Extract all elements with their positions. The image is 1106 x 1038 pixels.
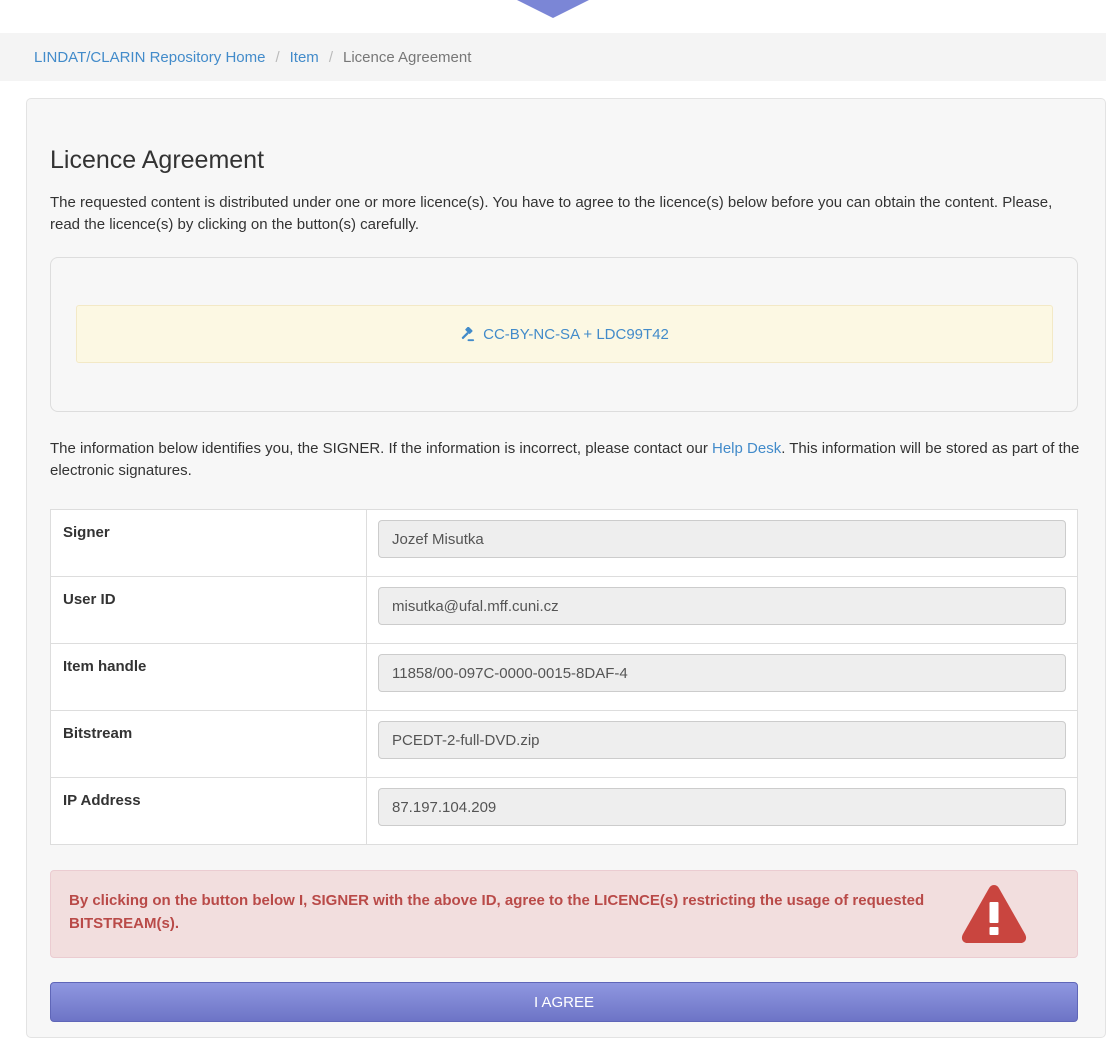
row-label: IP Address bbox=[50, 777, 367, 845]
agree-button[interactable]: I AGREE bbox=[50, 982, 1078, 1022]
signer-info-before: The information below identifies you, th… bbox=[50, 440, 712, 457]
signer-info-text: The information below identifies you, th… bbox=[50, 438, 1085, 482]
row-label: Item handle bbox=[50, 643, 367, 711]
breadcrumb-current: Licence Agreement bbox=[342, 48, 472, 66]
licence-button[interactable]: CC-BY-NC-SA + LDC99T42 bbox=[76, 305, 1053, 363]
page-title: Licence Agreement bbox=[50, 146, 265, 174]
breadcrumb: LINDAT/CLARIN Repository Home / Item / L… bbox=[0, 33, 1106, 81]
licence-label: CC-BY-NC-SA + LDC99T42 bbox=[483, 325, 669, 343]
licence-list-box: CC-BY-NC-SA + LDC99T42 bbox=[50, 257, 1078, 412]
signer-field[interactable] bbox=[378, 520, 1066, 558]
bitstream-field[interactable] bbox=[378, 721, 1066, 759]
breadcrumb-separator: / bbox=[328, 48, 333, 66]
help-desk-link[interactable]: Help Desk bbox=[712, 440, 781, 457]
table-row: Bitstream bbox=[50, 710, 1078, 778]
table-row: IP Address bbox=[50, 777, 1078, 845]
table-row: User ID bbox=[50, 576, 1078, 644]
row-label: Signer bbox=[50, 509, 367, 577]
top-arrow-indicator bbox=[517, 0, 589, 18]
breadcrumb-home-link[interactable]: LINDAT/CLARIN Repository Home bbox=[34, 49, 265, 66]
intro-text: The requested content is distributed und… bbox=[50, 194, 1053, 233]
breadcrumb-item-link[interactable]: Item bbox=[290, 49, 319, 66]
signer-table: Signer User ID Item handle Bitstream IP … bbox=[50, 509, 1078, 845]
row-label: Bitstream bbox=[50, 710, 367, 778]
breadcrumb-separator: / bbox=[275, 48, 280, 66]
ip-address-field[interactable] bbox=[378, 788, 1066, 826]
gavel-icon bbox=[461, 326, 475, 341]
warning-icon bbox=[961, 885, 1027, 943]
row-label: User ID bbox=[50, 576, 367, 644]
item-handle-field[interactable] bbox=[378, 654, 1066, 692]
table-row: Signer bbox=[50, 509, 1078, 577]
user-id-field[interactable] bbox=[378, 587, 1066, 625]
warning-text: By clicking on the button below I, SIGNE… bbox=[69, 892, 925, 932]
table-row: Item handle bbox=[50, 643, 1078, 711]
agreement-warning: By clicking on the button below I, SIGNE… bbox=[50, 870, 1078, 958]
